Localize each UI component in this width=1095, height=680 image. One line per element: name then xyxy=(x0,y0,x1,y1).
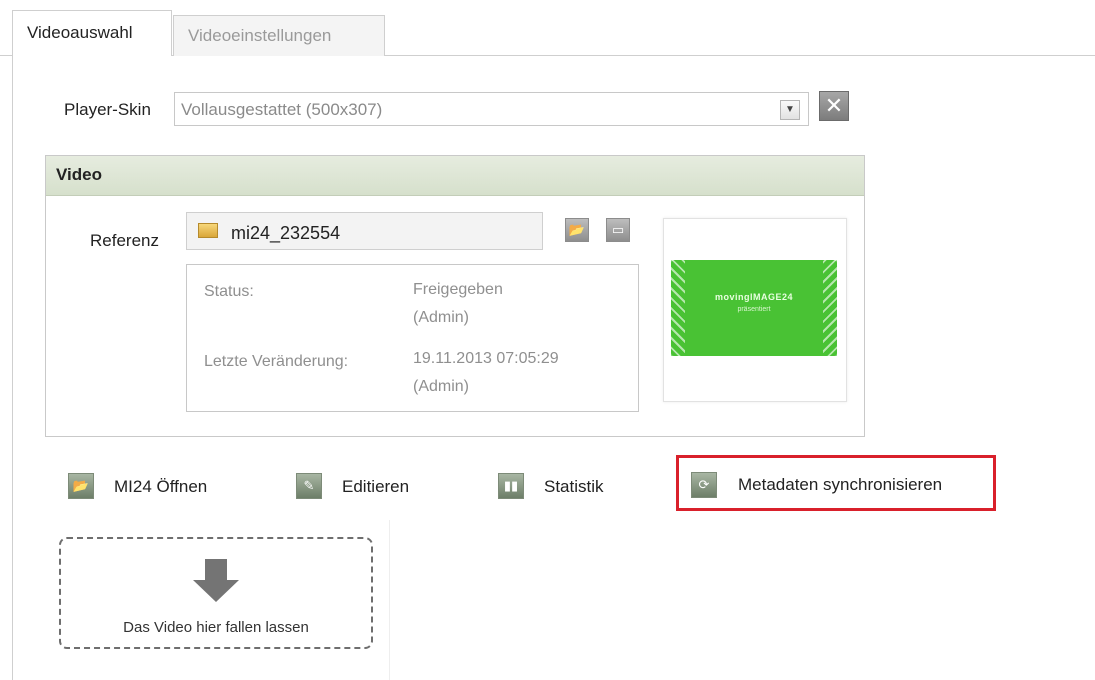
video-panel: Video Referenz mi24_232554 📂 ▭ Status: F… xyxy=(45,155,865,437)
mi24-open-label: MI24 Öffnen xyxy=(114,477,208,496)
sync-metadata-button[interactable]: ⟳ Metadaten synchronisieren xyxy=(676,455,996,511)
arrow-head xyxy=(193,580,239,602)
mi24-open-button[interactable]: 📂 MI24 Öffnen xyxy=(68,473,238,503)
reference-value: mi24_232554 xyxy=(231,223,341,243)
thumbnail-logo-text: movingIMAGE24 xyxy=(714,292,793,302)
reference-label: Referenz xyxy=(90,231,159,250)
status-label: Status: xyxy=(204,283,254,300)
statistics-label: Statistik xyxy=(544,477,604,496)
open-folder-icon[interactable]: 📂 xyxy=(565,218,589,242)
video-thumbnail[interactable]: movingIMAGE24 präsentiert xyxy=(663,218,847,402)
chevron-down-icon[interactable]: ▼ xyxy=(780,100,800,120)
edit-label: Editieren xyxy=(342,477,410,496)
last-change-value-line2: (Admin) xyxy=(413,378,470,395)
status-value: Freigegeben (Admin) xyxy=(413,276,623,332)
refresh-icon: ⟳ xyxy=(691,472,717,498)
open-folder-icon: 📂 xyxy=(68,473,94,499)
thumbnail-image: movingIMAGE24 präsentiert xyxy=(671,260,837,356)
status-value-line2: (Admin) xyxy=(413,309,470,326)
reference-field[interactable]: mi24_232554 xyxy=(186,212,543,250)
last-change-value: 19.11.2013 07:05:29 (Admin) xyxy=(413,345,633,401)
video-dropzone[interactable]: Das Video hier fallen lassen xyxy=(59,537,373,649)
edit-icon: ✎ xyxy=(296,473,322,499)
edit-button[interactable]: ✎ Editieren xyxy=(296,473,446,503)
tab-videoauswahl[interactable]: Videoauswahl xyxy=(12,10,172,56)
thumbnail-subtext: präsentiert xyxy=(737,306,771,313)
bar-chart-icon: ▮▮ xyxy=(498,473,524,499)
video-panel-title: Video xyxy=(46,156,864,196)
video-file-icon xyxy=(198,223,218,238)
arrow-shaft xyxy=(205,559,227,581)
dropzone-text: Das Video hier fallen lassen xyxy=(123,619,309,636)
status-value-line1: Freigegeben xyxy=(413,281,503,298)
last-change-label: Letzte Veränderung: xyxy=(204,353,349,370)
close-icon[interactable]: ✕ xyxy=(819,91,849,121)
sync-metadata-label: Metadaten synchronisieren xyxy=(738,475,943,494)
statistics-button[interactable]: ▮▮ Statistik xyxy=(498,473,638,503)
player-skin-value: Vollausgestattet (500x307) xyxy=(181,100,383,119)
player-skin-select[interactable]: Vollausgestattet (500x307) ▼ xyxy=(174,92,809,126)
save-icon[interactable]: ▭ xyxy=(606,218,630,242)
player-skin-label: Player-Skin xyxy=(64,100,151,119)
tab-bar: Videoauswahl Videoeinstellungen xyxy=(0,0,1095,56)
arrow-down-icon xyxy=(193,559,239,603)
last-change-value-line1: 19.11.2013 07:05:29 xyxy=(413,350,559,367)
tab-videoeinstellungen[interactable]: Videoeinstellungen xyxy=(173,15,385,56)
video-info-box: Status: Freigegeben (Admin) Letzte Verän… xyxy=(186,264,639,412)
